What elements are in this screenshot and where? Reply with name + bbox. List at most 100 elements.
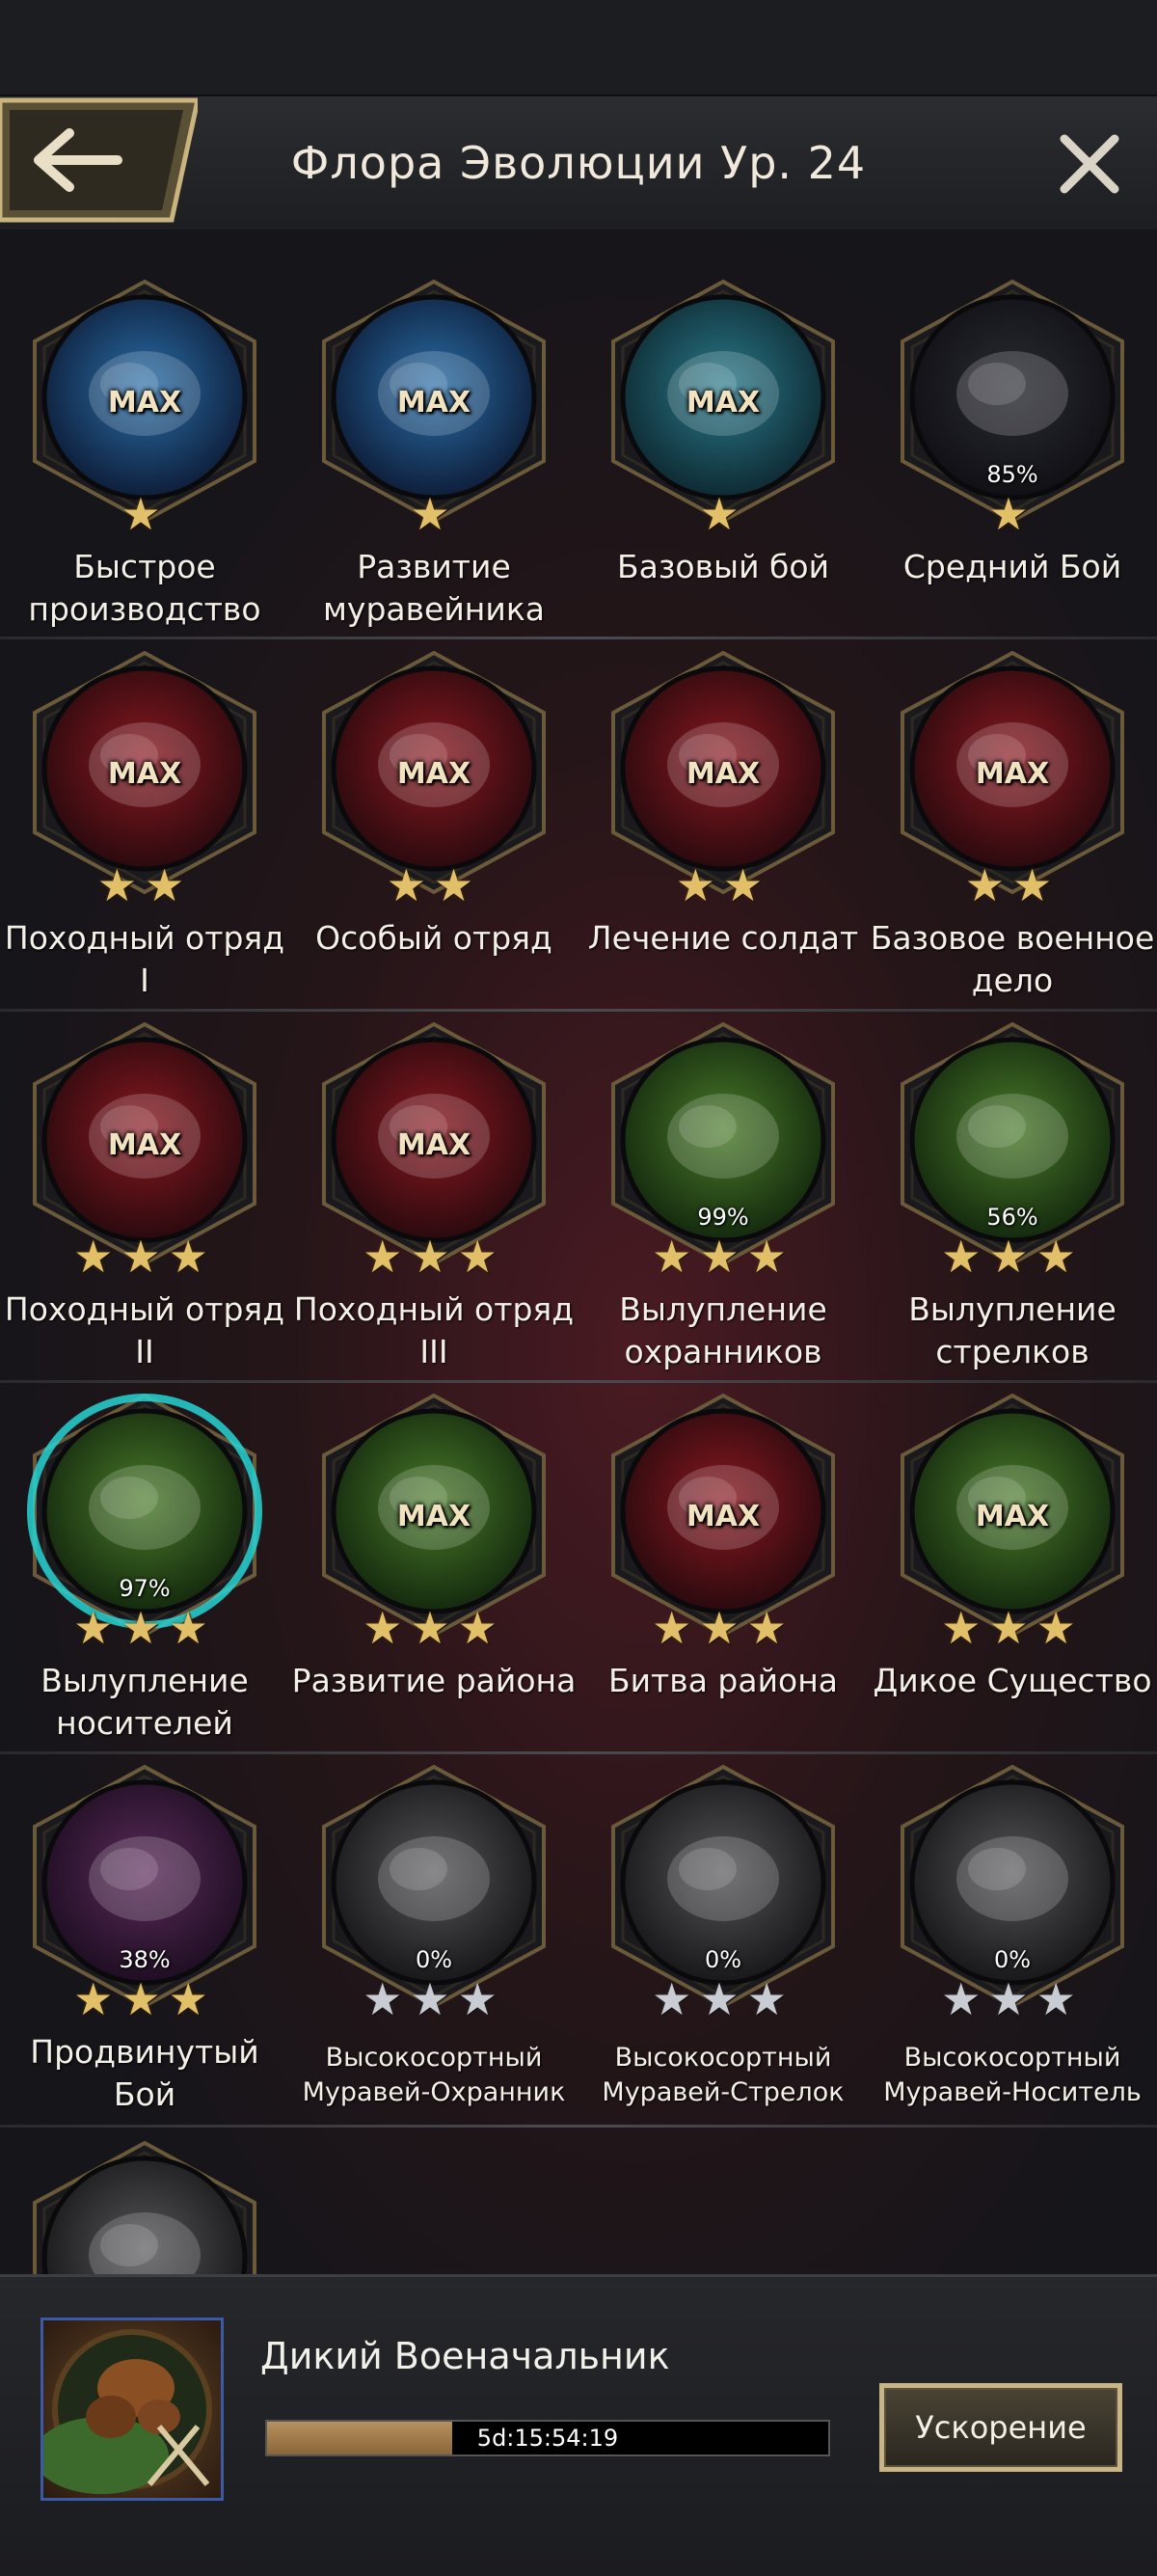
star-icon: ★: [73, 1973, 121, 2025]
star-icon: ★: [168, 1602, 216, 1654]
star-icon: ★: [1036, 1602, 1084, 1654]
research-label: Походный отряд I: [4, 919, 285, 999]
ant-warlord-portrait-icon: [43, 2329, 212, 2494]
star-icon: ★: [941, 1602, 989, 1654]
star-icon: ★: [410, 1231, 458, 1283]
star-rating: ★★★: [0, 1606, 289, 1650]
star-icon: ★: [941, 1973, 989, 2025]
star-icon: ★: [675, 859, 723, 911]
research-label: Вылупление носителей: [40, 1662, 249, 1742]
star-rating: ★★★: [868, 1977, 1157, 2021]
star-icon: ★: [457, 1602, 505, 1654]
research-label: Походный отряд III: [293, 1290, 575, 1370]
star-rating: ★★: [289, 863, 578, 908]
star-icon: ★: [723, 859, 771, 911]
research-label: Высокосортный Муравей-Стрелок: [602, 2043, 845, 2107]
star-icon: ★: [168, 1973, 216, 2025]
research-node: MAX ★★ Особый отряд: [289, 649, 578, 1006]
star-rating: ★★★: [289, 1977, 578, 2021]
max-badge: MAX: [107, 757, 182, 791]
star-rating: ★★: [868, 863, 1157, 908]
star-icon: ★: [168, 1231, 216, 1283]
close-icon: [1060, 134, 1119, 194]
research-node: MAX ★★★ Походный отряд II: [0, 1020, 289, 1377]
star-icon: ★: [699, 1973, 747, 2025]
star-icon: ★: [73, 1231, 121, 1283]
research-node: MAX ★★★ Походный отряд III: [289, 1020, 578, 1377]
research-node: 97% ★★★ Вылупление носителей: [0, 1392, 289, 1749]
row-divider: [0, 1380, 1157, 1383]
research-node: 0% ★★★ Высокосортный Муравей-Носитель: [868, 1763, 1157, 2120]
star-icon: ★: [988, 1973, 1036, 2025]
research-node: [0, 2139, 289, 2274]
star-rating: ★: [868, 492, 1157, 536]
research-label: Быстрое производство: [28, 548, 261, 628]
star-icon: ★: [121, 1602, 169, 1654]
progress-percent: 38%: [119, 1946, 171, 1973]
star-icon: ★: [988, 1231, 1036, 1283]
star-rating: ★★★: [289, 1606, 578, 1650]
star-icon: ★: [121, 1231, 169, 1283]
research-label: Особый отряд: [315, 919, 552, 957]
star-icon: ★: [746, 1602, 794, 1654]
max-badge: MAX: [396, 1500, 471, 1533]
star-icon: ★: [96, 859, 145, 911]
star-rating: ★★: [0, 863, 289, 908]
star-rating: ★★★: [578, 1606, 868, 1650]
star-icon: ★: [121, 488, 169, 540]
research-progress-bar: 5d:15:54:19: [265, 2420, 830, 2456]
row-divider: [0, 1009, 1157, 1012]
star-icon: ★: [386, 859, 434, 911]
star-rating: ★★★: [578, 1977, 868, 2021]
star-icon: ★: [73, 1602, 121, 1654]
research-node: 85% ★ Средний Бой: [868, 278, 1157, 635]
back-button[interactable]: [0, 96, 202, 224]
star-icon: ★: [145, 859, 193, 911]
progress-percent: 97%: [119, 1575, 171, 1602]
star-icon: ★: [941, 1231, 989, 1283]
speedup-button[interactable]: Ускорение: [879, 2383, 1122, 2472]
star-icon: ★: [964, 859, 1012, 911]
star-icon: ★: [652, 1602, 700, 1654]
star-icon: ★: [363, 1973, 411, 2025]
star-icon: ★: [457, 1973, 505, 2025]
research-label: Вылупление стрелков: [908, 1290, 1117, 1370]
research-node: MAX ★ Базовый бой: [578, 278, 868, 635]
research-label: Высокосортный Муравей-Охранник: [302, 2043, 566, 2107]
status-bar: [0, 0, 1157, 95]
star-icon: ★: [121, 1973, 169, 2025]
research-node: MAX ★ Быстрое производство: [0, 278, 289, 635]
research-label: Средний Бой: [902, 548, 1122, 585]
star-icon: ★: [434, 859, 482, 911]
research-node: 56% ★★★ Вылупление стрелков: [868, 1020, 1157, 1377]
star-icon: ★: [699, 488, 747, 540]
page-title: Флора Эволюции Ур. 24: [290, 137, 867, 189]
research-label: Базовый бой: [616, 548, 830, 585]
research-node: MAX ★ Развитие муравейника: [289, 278, 578, 635]
research-node-button[interactable]: [23, 2139, 266, 2274]
max-badge: MAX: [396, 757, 471, 791]
star-rating: ★★★: [868, 1606, 1157, 1650]
star-icon: ★: [1036, 1973, 1084, 2025]
max-badge: MAX: [975, 1500, 1050, 1533]
star-rating: ★: [578, 492, 868, 536]
research-node: MAX ★★★ Развитие района: [289, 1392, 578, 1749]
star-rating: ★: [0, 492, 289, 536]
research-node: 99% ★★★ Вылупление охранников: [578, 1020, 868, 1377]
research-timer: 5d:15:54:19: [476, 2425, 619, 2452]
star-rating: ★★★: [868, 1234, 1157, 1279]
star-icon: ★: [410, 488, 458, 540]
star-icon: ★: [1012, 859, 1061, 911]
max-badge: MAX: [396, 386, 471, 420]
research-portrait[interactable]: [40, 2318, 224, 2501]
research-label: Дикое Существо: [873, 1662, 1152, 1699]
close-button[interactable]: [1051, 125, 1128, 203]
progress-percent: 99%: [697, 1204, 749, 1231]
star-icon: ★: [457, 1231, 505, 1283]
progress-percent: 0%: [415, 1946, 453, 1973]
research-label: Базовое военное дело: [870, 919, 1155, 999]
star-icon: ★: [746, 1973, 794, 2025]
research-name: Дикий Военачальник: [260, 2335, 670, 2377]
research-label: Развитие района: [291, 1662, 577, 1699]
star-icon: ★: [410, 1973, 458, 2025]
